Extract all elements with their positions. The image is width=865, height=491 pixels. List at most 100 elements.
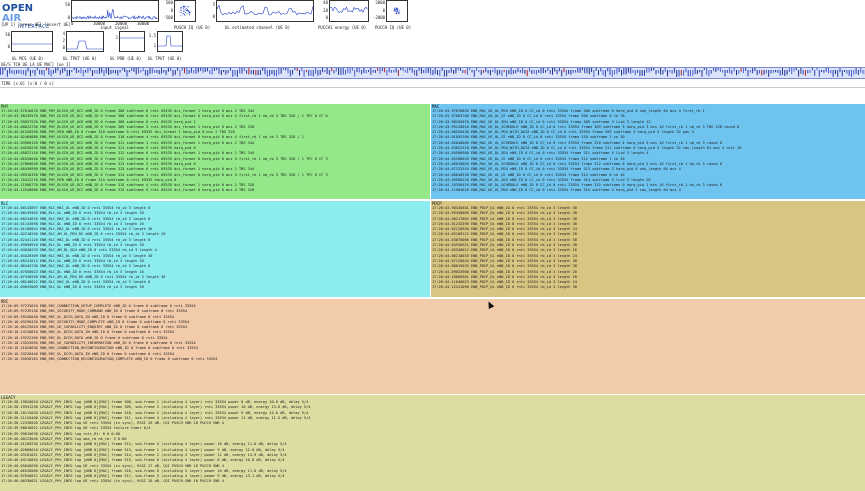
phy-log-panel[interactable]: PHY 17:26:43.97010078 ENB_PHY_DLSCH_UE_D…: [0, 104, 430, 199]
event-timeline[interactable]: [0, 67, 865, 79]
timeline-event-tick: [282, 68, 284, 71]
timeline-event-tick: [434, 68, 436, 75]
legacy-log-panel[interactable]: LEGACY 17:26:38.19020010 LEGACY_PHY_INFO…: [0, 395, 865, 491]
timeline-event-tick: [292, 70, 294, 75]
timeline-event-tick: [862, 70, 864, 75]
iq-point: [186, 13, 188, 15]
timeline-event-tick: [805, 70, 806, 76]
timeline-event-tick: [846, 70, 848, 74]
timeline-event-tick: [11, 70, 13, 74]
timeline-event-tick: [209, 70, 211, 74]
x-tick: 30000: [137, 21, 150, 26]
timeline-event-tick: [581, 68, 583, 71]
mac-log-panel[interactable]: MAC 17:26:43.97070026 ENB_MAC_UE_UL_PDU …: [431, 104, 865, 199]
timeline-event-tick: [351, 68, 353, 71]
timeline-event-tick: [420, 68, 422, 74]
timeline-event-tick: [715, 68, 717, 73]
timeline-event-tick: [450, 68, 452, 73]
timeline-event-tick: [759, 70, 760, 74]
timeline-event-tick: [765, 70, 767, 74]
timeline-event-tick: [115, 70, 116, 74]
timeline-event-tick: [483, 70, 484, 73]
timeline-event-tick: [694, 68, 696, 75]
timeline-event-tick: [92, 70, 93, 76]
pucch-iq-points: [393, 7, 401, 15]
timeline-event-tick: [71, 70, 73, 73]
timeline-event-tick: [614, 70, 616, 75]
timeline-event-tick: [269, 70, 271, 76]
timeline-event-tick: [848, 70, 850, 76]
timeline-event-tick: [473, 70, 475, 77]
rrc-log-panel[interactable]: RRC 17:26:09.97235010 ENB_RRC_CONNECTION…: [0, 299, 865, 394]
timeline-event-tick: [600, 68, 602, 72]
timeline-event-tick: [29, 70, 31, 77]
iq-point: [183, 7, 185, 9]
timeline-event-tick: [533, 70, 535, 74]
timeline-event-tick: [648, 68, 650, 73]
ul-channel-canvas: [216, 0, 314, 22]
timeline-event-tick: [577, 68, 579, 73]
timeline-event-tick: [193, 70, 195, 74]
pucch-iq-plot: 2000 0 -2000 PUCCH IQ (UE 0): [373, 0, 413, 30]
timeline-event-tick: [699, 70, 701, 73]
time-readout: TIME [s:0] [s:0 / 0 s]: [1, 81, 54, 86]
timeline-event-tick: [255, 70, 257, 76]
log-line[interactable]: 17:26:10.35030103 ENB_RRC_CONNECTION_REC…: [0, 357, 865, 362]
timeline-event-tick: [782, 68, 783, 75]
timeline-event-tick: [692, 70, 694, 76]
timeline-event-tick: [319, 70, 321, 75]
iq-point: [189, 12, 191, 14]
timeline-event-tick: [397, 70, 399, 76]
log-line[interactable]: 17:26:44.09043009 ENB_RLC_UL eNB_ID 0 rn…: [0, 285, 430, 290]
timeline-event-tick: [811, 68, 813, 71]
timeline-event-tick: [333, 70, 335, 74]
timeline-event-tick: [161, 68, 162, 74]
timeline-event-tick: [487, 70, 489, 74]
log-line[interactable]: 17:26:44.11904620 ENB_MAC_UE_UL_PDU eNB_…: [431, 188, 865, 193]
timeline-event-tick: [786, 70, 788, 75]
timeline-event-tick: [0, 68, 1, 75]
y-tick: 0: [170, 8, 173, 13]
iq-point: [395, 9, 396, 10]
log-line[interactable]: 17:26:40.08330021 LEGACY_PHY_INFO log UE…: [0, 479, 865, 484]
timeline-event-tick: [519, 70, 521, 73]
timeline-event-tick: [108, 68, 110, 75]
timeline-event-tick: [280, 68, 282, 74]
iq-point: [396, 7, 398, 9]
timeline-event-tick: [225, 70, 227, 75]
timeline-event-tick: [342, 68, 344, 75]
log-line[interactable]: 17:26:44.12241090 ENB_PDCP_DL eNB_ID 0 r…: [431, 285, 865, 290]
timeline-event-tick: [41, 70, 43, 75]
timeline-event-tick: [294, 68, 296, 71]
timeline-event-tick: [6, 70, 8, 77]
pdcp-log-panel[interactable]: PDCP 17:26:43.98340401 ENB_PDCP_UL eNB_I…: [431, 201, 865, 297]
timeline-event-tick: [627, 68, 629, 73]
timeline-event-tick: [200, 68, 202, 71]
timeline-event-tick: [775, 70, 777, 73]
iq-point: [398, 9, 400, 11]
timeline-event-tick: [637, 70, 639, 73]
timeline-event-tick: [85, 70, 87, 73]
y-tick: 2: [62, 38, 65, 43]
timeline-event-tick: [128, 70, 130, 73]
timeline-event-tick: [807, 70, 809, 74]
timeline-event-tick: [717, 68, 719, 71]
log-line[interactable]: 17:26:44.12540060 ENB_PHY_ULSCH_UE_DCI e…: [0, 188, 430, 193]
timeline-event-tick: [800, 68, 802, 74]
timeline-event-tick: [437, 70, 438, 75]
timeline-event-tick: [667, 70, 668, 77]
timeline-event-tick: [825, 68, 827, 72]
timeline-event-tick: [64, 68, 66, 72]
timeline-event-tick: [52, 70, 54, 74]
timeline-event-tick: [179, 70, 181, 76]
rlc-log-panel[interactable]: RLC 17:26:44.00143897 ENB_RLC_MAC_UL eNB…: [0, 201, 430, 297]
timeline-event-tick: [568, 70, 570, 74]
timeline-ruler[interactable]: [0, 87, 865, 104]
timeline-event-tick: [365, 70, 367, 74]
timeline-event-tick: [59, 70, 61, 75]
timeline-event-tick: [683, 70, 685, 76]
y-tick: 0: [382, 8, 385, 13]
timeline-event-tick: [586, 68, 588, 74]
timeline-event-tick: [466, 68, 468, 75]
timeline-event-tick: [496, 70, 498, 76]
